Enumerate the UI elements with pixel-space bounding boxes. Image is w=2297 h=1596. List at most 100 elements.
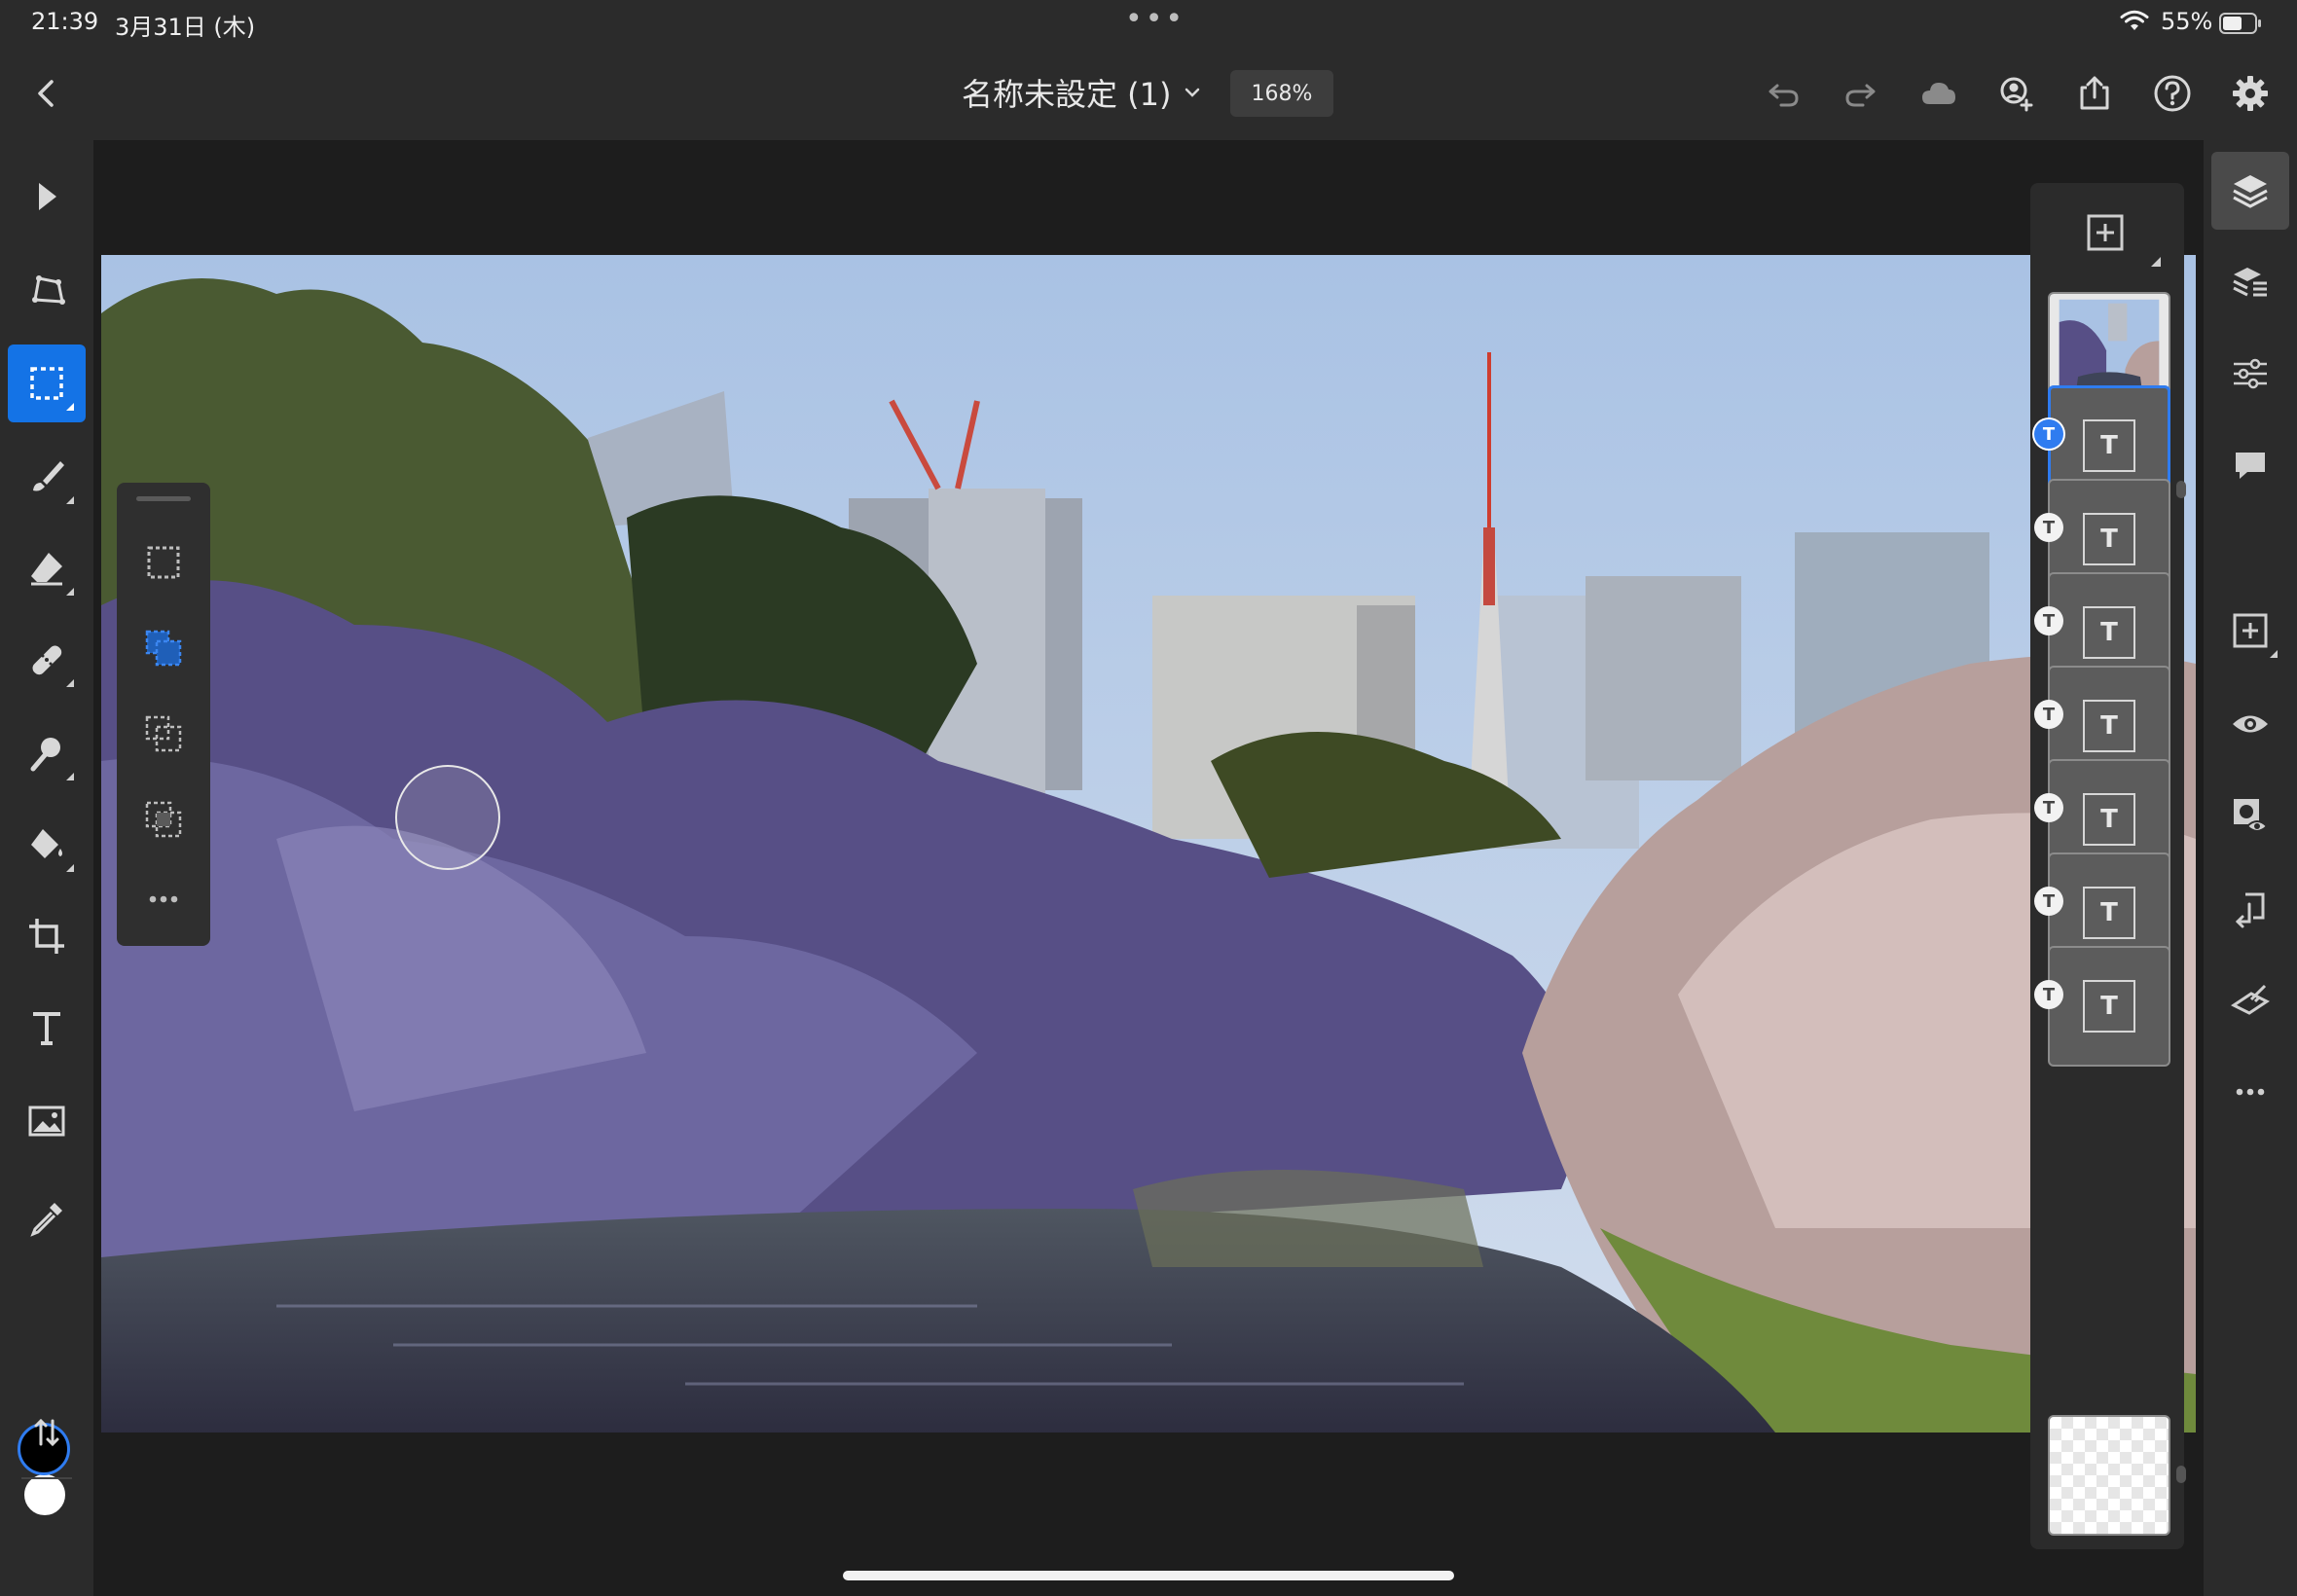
marquee-tool[interactable] xyxy=(8,345,86,422)
bandage-icon xyxy=(32,645,62,675)
home-indicator[interactable] xyxy=(843,1571,1454,1580)
tool-options-indicator xyxy=(66,679,74,687)
layer-panel-handle[interactable] xyxy=(2176,481,2186,498)
add-layer-button[interactable] xyxy=(2211,592,2289,670)
place-image-tool[interactable] xyxy=(8,1082,86,1160)
document-title: 名称未設定 (1) xyxy=(962,76,1172,113)
comments-button[interactable] xyxy=(2211,426,2289,504)
subtract-selection-icon xyxy=(145,715,182,752)
new-selection-option[interactable] xyxy=(132,531,195,594)
settings-button[interactable] xyxy=(2227,70,2274,117)
chevron-left-icon xyxy=(38,80,54,107)
more-icon xyxy=(2236,1088,2265,1096)
mask-visibility-button[interactable] xyxy=(2211,777,2289,854)
visibility-button[interactable] xyxy=(2211,685,2289,763)
document-title-dropdown[interactable]: 名称未設定 (1) xyxy=(962,70,1203,115)
app-header: 名称未設定 (1) 168% xyxy=(0,47,2297,140)
type-icon xyxy=(33,1012,60,1045)
rectangle-selection-icon xyxy=(30,367,63,400)
adjustments-icon xyxy=(2234,358,2267,389)
adjustments-button[interactable] xyxy=(2211,335,2289,413)
arrow-pointer-icon xyxy=(39,183,56,210)
layers-icon xyxy=(2233,175,2268,208)
eye-icon xyxy=(2233,715,2268,733)
eraser-layer-icon xyxy=(2231,984,2270,1015)
add-layer-icon xyxy=(2233,613,2268,648)
text-layer-badge: T xyxy=(2034,513,2063,542)
text-layer-icon: T xyxy=(2083,513,2135,565)
more-selection-options[interactable] xyxy=(132,868,195,930)
crop-icon xyxy=(29,919,64,954)
new-selection-icon xyxy=(147,546,180,579)
layer-properties-button[interactable] xyxy=(2211,243,2289,321)
undo-icon xyxy=(1768,84,1799,107)
help-button[interactable] xyxy=(2149,70,2196,117)
add-to-selection-option[interactable] xyxy=(132,617,195,679)
select-tool[interactable] xyxy=(8,158,86,236)
eraser-icon xyxy=(31,553,62,586)
layers-panel: T T T T T T T T T T T T T T xyxy=(2030,183,2186,1549)
text-layer-badge: T xyxy=(2034,700,2063,729)
status-time: 21:39 xyxy=(31,8,99,35)
layer-panel-handle[interactable] xyxy=(2176,1466,2186,1483)
clear-layer-button[interactable] xyxy=(2211,961,2289,1039)
redo-button[interactable] xyxy=(1838,70,1884,117)
undo-button[interactable] xyxy=(1760,70,1806,117)
transform-icon xyxy=(32,275,65,305)
intersect-selection-icon xyxy=(145,801,182,838)
invite-button[interactable] xyxy=(1993,70,2040,117)
redo-icon xyxy=(1845,84,1876,107)
add-layer-icon[interactable] xyxy=(2083,210,2128,255)
eraser-tool[interactable] xyxy=(8,529,86,607)
add-user-icon xyxy=(2000,77,2033,112)
cloud-sync-button[interactable] xyxy=(1915,70,1962,117)
brush-tool[interactable] xyxy=(8,438,86,516)
text-layer-icon: T xyxy=(2083,700,2135,752)
transform-tool[interactable] xyxy=(8,251,86,329)
text-layer-badge: T xyxy=(2034,606,2063,635)
text-tool[interactable] xyxy=(8,989,86,1067)
merge-down-button[interactable] xyxy=(2211,870,2289,948)
more-icon xyxy=(149,895,178,903)
share-icon xyxy=(2080,76,2109,110)
swap-colors-button[interactable] xyxy=(8,1394,86,1471)
tool-options-indicator xyxy=(66,496,74,504)
add-layer-options-indicator xyxy=(2151,257,2161,267)
image-icon xyxy=(28,1106,65,1137)
layers-button[interactable] xyxy=(2211,152,2289,230)
brush-cursor xyxy=(395,765,500,870)
comment-icon xyxy=(2236,453,2265,479)
battery-percentage: 55% xyxy=(2161,8,2213,35)
text-layer-badge: T xyxy=(2034,980,2063,1009)
text-layer-badge: T xyxy=(2034,887,2063,916)
merge-icon xyxy=(2235,892,2265,928)
text-layer-icon: T xyxy=(2083,606,2135,659)
crop-tool[interactable] xyxy=(8,897,86,975)
cloud-icon xyxy=(1922,83,1955,104)
swap-arrows-icon xyxy=(34,1418,59,1447)
text-layer-icon: T xyxy=(2083,980,2135,1033)
fill-tool[interactable] xyxy=(8,806,86,884)
add-layer-options-indicator xyxy=(2270,650,2278,658)
text-layer-icon: T xyxy=(2083,793,2135,846)
text-layer-icon: T xyxy=(2083,887,2135,939)
text-layer-icon: T xyxy=(2083,419,2135,472)
intersect-selection-option[interactable] xyxy=(132,788,195,851)
layer-empty[interactable] xyxy=(2048,1415,2170,1536)
eyedropper-tool[interactable] xyxy=(8,1179,86,1257)
more-layer-options-button[interactable] xyxy=(2211,1053,2289,1131)
clone-tool[interactable] xyxy=(8,714,86,792)
zoom-level[interactable]: 168% xyxy=(1230,70,1333,117)
text-layer-badge: T xyxy=(2034,419,2063,449)
share-button[interactable] xyxy=(2071,70,2118,117)
multitasking-dots[interactable]: ••• xyxy=(1125,2,1185,36)
tool-options-indicator xyxy=(66,864,74,872)
layer-text-7[interactable]: T xyxy=(2048,946,2170,1067)
healing-tool[interactable] xyxy=(8,621,86,699)
add-selection-icon xyxy=(145,630,182,667)
right-rail xyxy=(2204,140,2297,1596)
back-button[interactable] xyxy=(23,70,70,117)
subtract-from-selection-option[interactable] xyxy=(132,703,195,765)
flyout-grip[interactable] xyxy=(136,496,191,501)
selection-mode-flyout xyxy=(117,483,210,946)
